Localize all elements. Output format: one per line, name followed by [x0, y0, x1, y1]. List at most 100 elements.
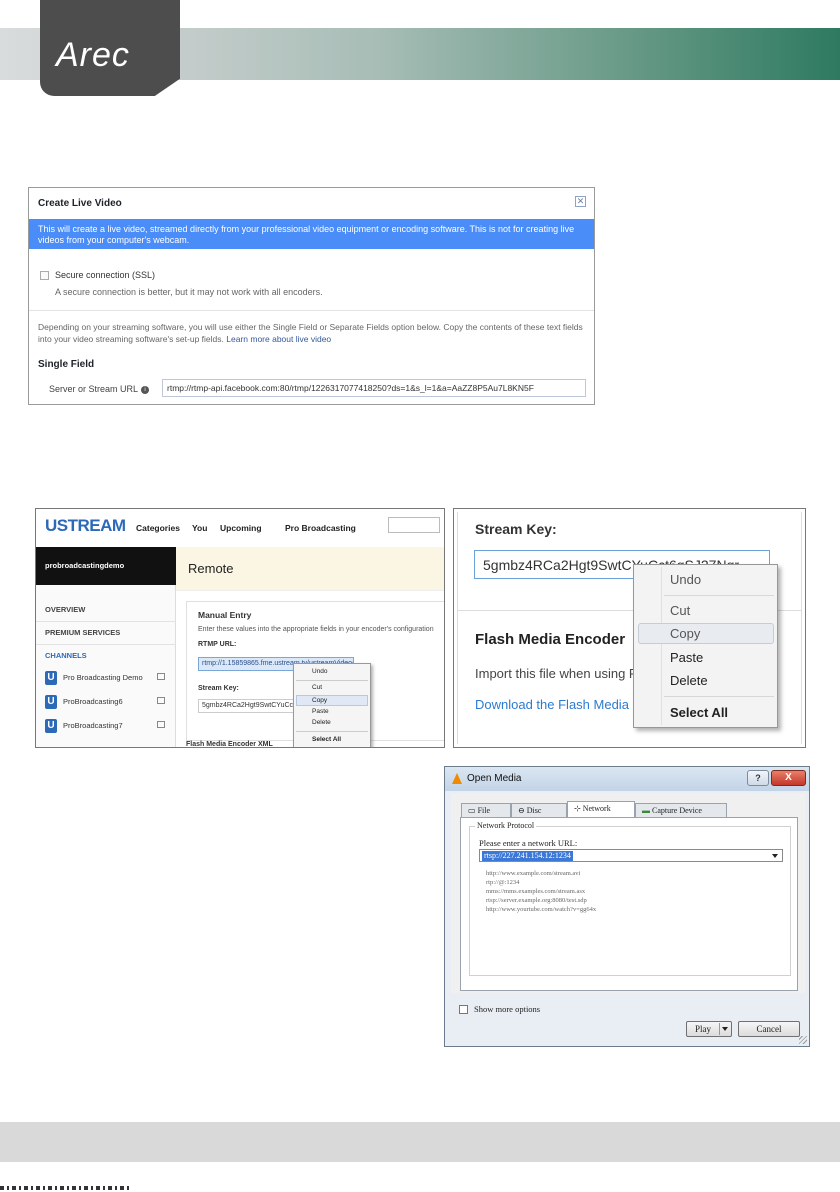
ustream-topbar: USTREAM Categories You Upcoming Pro Broa… — [36, 509, 444, 547]
open-media-dialog: Open Media ? X ▭ File ⊖ Disc ⊹ Network ▬… — [444, 766, 810, 1047]
tab-network[interactable]: ⊹ Network — [567, 801, 635, 818]
tab-file[interactable]: ▭ File — [461, 803, 511, 817]
tab-capture-device[interactable]: ▬ Capture Device — [635, 803, 727, 817]
stream-url-label: Server or Stream URL i — [49, 384, 150, 394]
menu-separator — [664, 696, 774, 697]
sidebar-item-overview[interactable]: OVERVIEW — [45, 605, 85, 614]
popout-icon[interactable] — [157, 721, 165, 728]
example-url: http://www.yourtube.com/watch?v=gg64x — [486, 906, 597, 913]
rtmp-label: RTMP URL: — [198, 641, 237, 648]
close-button[interactable]: X — [771, 770, 806, 786]
menu-item-delete[interactable]: Delete — [670, 673, 708, 688]
footer-marks — [0, 1186, 130, 1190]
popout-icon[interactable] — [157, 673, 165, 680]
menu-item-delete[interactable]: Delete — [312, 719, 331, 726]
group-label: Network Protocol — [475, 821, 537, 830]
stream-url-input[interactable]: rtmp://rtmp-api.facebook.com:80/rtmp/122… — [162, 379, 586, 397]
search-input[interactable] — [388, 517, 440, 533]
create-live-video-dialog: Create Live Video ✕ This will create a l… — [28, 187, 595, 405]
disc-icon: ⊖ — [518, 806, 525, 815]
chevron-down-icon — [722, 1027, 728, 1031]
brand-logo: Arec — [56, 36, 130, 74]
dialog-title: Create Live Video — [38, 198, 122, 209]
page-title: Remote — [188, 561, 234, 576]
menu-item-cut[interactable]: Cut — [670, 603, 690, 618]
info-banner: This will create a live video, streamed … — [29, 219, 594, 249]
menu-item-undo[interactable]: Undo — [312, 668, 328, 675]
network-url-combobox[interactable]: rtsp://227.241.154.12:1234 — [479, 849, 783, 862]
stream-key-zoom-panel: Stream Key: 5gmbz4RCa2Hgt9SwtCYuCct6gSJ2… — [453, 508, 806, 748]
footer-band — [0, 1122, 840, 1162]
channel-item[interactable]: U ProBroadcasting6 — [45, 695, 170, 709]
show-more-label[interactable]: Show more options — [474, 1004, 540, 1014]
menu-item-undo[interactable]: Undo — [670, 572, 701, 587]
menu-item-copy[interactable]: Copy — [296, 695, 368, 706]
menu-separator — [664, 595, 774, 596]
context-menu: Undo Cut Copy Paste Delete Select All — [633, 564, 778, 728]
tab-capture-label: Capture Device — [652, 806, 702, 815]
close-icon[interactable]: ✕ — [575, 196, 586, 207]
channel-label: Pro Broadcasting Demo — [63, 672, 143, 682]
help-button[interactable]: ? — [747, 770, 769, 786]
nav-you[interactable]: You — [192, 523, 207, 533]
menu-item-paste[interactable]: Paste — [312, 708, 329, 715]
single-field-heading: Single Field — [38, 359, 95, 370]
nav-categories[interactable]: Categories — [136, 523, 180, 533]
menu-gutter — [661, 567, 662, 725]
dialog-title: Open Media — [467, 773, 522, 784]
url-prompt: Please enter a network URL: — [479, 838, 578, 848]
nav-upcoming[interactable]: Upcoming — [220, 523, 262, 533]
channel-item[interactable]: U ProBroadcasting7 — [45, 719, 170, 733]
capture-icon: ▬ — [642, 806, 650, 815]
tab-disc[interactable]: ⊖ Disc — [511, 803, 567, 817]
channel-icon: U — [45, 671, 57, 685]
ssl-note: A secure connection is better, but it ma… — [55, 287, 323, 297]
network-url-value[interactable]: rtsp://227.241.154.12:1234 — [482, 851, 573, 861]
title-bar: Open Media ? X — [445, 767, 809, 791]
ustream-logo[interactable]: USTREAM — [45, 516, 126, 536]
ssl-label[interactable]: Secure connection (SSL) — [55, 270, 155, 280]
dialog-body: ▭ File ⊖ Disc ⊹ Network ▬ Capture Device… — [451, 793, 805, 993]
tab-disc-label: Disc — [526, 806, 542, 815]
menu-item-paste[interactable]: Paste — [670, 650, 703, 665]
menu-item-select-all[interactable]: Select All — [312, 736, 341, 743]
info-icon[interactable]: i — [141, 385, 150, 394]
manual-entry-hint: Enter these values into the appropriate … — [198, 626, 434, 633]
network-icon: ⊹ — [574, 804, 581, 813]
chevron-down-icon[interactable] — [772, 854, 778, 858]
folder-icon: ▭ — [468, 806, 476, 815]
channel-icon: U — [45, 695, 57, 709]
menu-item-copy[interactable]: Copy — [670, 626, 700, 641]
play-dropdown[interactable] — [719, 1023, 730, 1035]
tab-network-label: Network — [582, 804, 611, 813]
menu-separator — [296, 731, 368, 732]
fme-heading: Flash Media Encoder — [475, 631, 626, 648]
ssl-checkbox[interactable] — [40, 271, 49, 280]
streaming-description: Depending on your streaming software, yo… — [38, 321, 590, 345]
cancel-button[interactable]: Cancel — [738, 1021, 800, 1037]
stream-key-input[interactable]: 5gmbz4RCa2Hgt9SwtCYuCct6gSJ27Ngr — [198, 699, 302, 713]
network-pane: Network Protocol Please enter a network … — [460, 817, 798, 991]
channel-icon: U — [45, 719, 57, 733]
tab-file-label: File — [477, 806, 491, 815]
example-url: rtsp://server.example.org:8080/test.sdp — [486, 897, 587, 904]
sidebar-item-premium[interactable]: PREMIUM SERVICES — [45, 628, 120, 637]
stream-key-label: Stream Key: — [198, 685, 239, 692]
resize-grip[interactable] — [799, 1036, 807, 1044]
menu-item-highlight — [638, 623, 774, 644]
popout-icon[interactable] — [157, 697, 165, 704]
divider — [36, 644, 176, 645]
example-url: http://www.example.com/stream.avi — [486, 870, 581, 877]
divider — [36, 621, 176, 622]
ustream-panel: USTREAM Categories You Upcoming Pro Broa… — [35, 508, 445, 748]
sidebar-item-channels[interactable]: CHANNELS — [45, 651, 87, 660]
channel-item[interactable]: U Pro Broadcasting Demo — [45, 671, 170, 685]
nav-pro-broadcasting[interactable]: Pro Broadcasting — [285, 523, 356, 533]
fme-heading: Flash Media Encoder XML — [186, 741, 273, 748]
menu-item-cut[interactable]: Cut — [312, 684, 322, 691]
username: probroadcastingdemo — [36, 547, 176, 585]
learn-more-link[interactable]: Learn more about live video — [226, 334, 331, 344]
show-more-checkbox[interactable] — [459, 1005, 468, 1014]
context-menu: Undo Cut Copy Paste Delete Select All — [293, 663, 371, 747]
menu-item-select-all[interactable]: Select All — [670, 705, 728, 720]
